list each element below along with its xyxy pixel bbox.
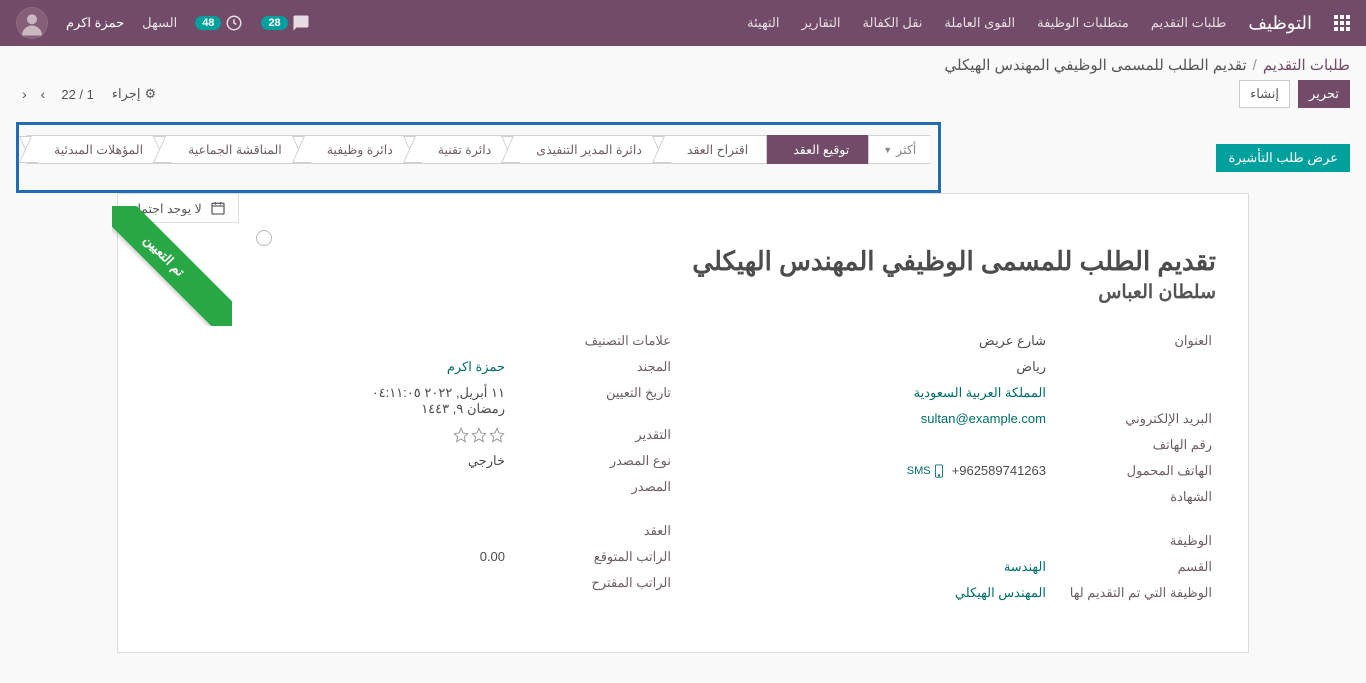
- breadcrumb-current: تقديم الطلب للمسمى الوظيفي المهندس الهيك…: [945, 56, 1247, 74]
- activity-count: 48: [195, 16, 221, 30]
- action-label: إجراء: [112, 86, 141, 102]
- label-dept: القسم: [1062, 559, 1212, 575]
- nav-workforce[interactable]: القوى العاملة: [944, 15, 1015, 31]
- pager-text: 1 / 22: [61, 87, 94, 102]
- meeting-button[interactable]: لا يوجد اجتماع: [117, 193, 239, 223]
- label-job: الوظيفة: [1062, 533, 1212, 549]
- label-phone: رقم الهاتف: [1062, 437, 1212, 453]
- pager-next[interactable]: ‹: [16, 84, 33, 104]
- label-degree: الشهادة: [1062, 489, 1212, 505]
- easy-mode[interactable]: السهل: [142, 15, 177, 31]
- stage-technical-dept[interactable]: دائرة تقنية: [412, 135, 511, 164]
- value-applied-job[interactable]: المهندس الهيكلي: [955, 585, 1046, 600]
- nav-sponsorship[interactable]: نقل الكفالة: [863, 15, 923, 31]
- label-tags: علامات التصنيف: [521, 333, 671, 349]
- action-menu[interactable]: ⚙ إجراء: [112, 86, 156, 102]
- app-brand[interactable]: التوظيف: [1248, 13, 1312, 34]
- label-mobile: الهاتف المحمول: [1062, 463, 1212, 479]
- value-country[interactable]: المملكة العربية السعودية: [914, 385, 1046, 400]
- stage-functional-dept[interactable]: دائرة وظيفية: [301, 135, 412, 164]
- label-source: المصدر: [521, 479, 671, 495]
- star-3[interactable]: [489, 427, 505, 443]
- label-email: البريد الإلكتروني: [1062, 411, 1212, 427]
- value-recruiter[interactable]: حمزة اكرم: [447, 359, 505, 374]
- avatar[interactable]: [16, 7, 48, 39]
- value-email[interactable]: sultan@example.com: [921, 411, 1046, 426]
- calendar-icon: [210, 200, 226, 216]
- value-hire-date-hijri: رمضان ٩, ١٤٤٣: [154, 401, 505, 417]
- label-contract: العقد: [521, 523, 671, 539]
- label-recruiter: المجند: [521, 359, 671, 375]
- meeting-label: لا يوجد اجتماع: [130, 201, 202, 216]
- nav-reports[interactable]: التقارير: [801, 15, 840, 31]
- value-source-type: خارجي: [154, 453, 505, 469]
- nav-job-reqs[interactable]: متطلبات الوظيفة: [1037, 15, 1129, 31]
- nav-config[interactable]: التهيئة: [747, 15, 779, 31]
- applicant-name: سلطان العباس: [150, 281, 1216, 304]
- value-dept[interactable]: الهندسة: [1004, 559, 1046, 574]
- edit-button[interactable]: تحرير: [1298, 80, 1350, 108]
- form-sheet: لا يوجد اجتماع تم التعيين تقديم الطلب لل…: [117, 193, 1249, 653]
- stage-initial-qual[interactable]: المؤهلات المبدئية: [27, 135, 162, 164]
- breadcrumb: طلبات التقديم / تقديم الطلب للمسمى الوظي…: [0, 46, 1366, 76]
- messaging-count: 28: [261, 16, 287, 30]
- label-rating: التقدير: [521, 427, 671, 443]
- username-label[interactable]: حمزة اكرم: [66, 15, 124, 31]
- visa-request-button[interactable]: عرض طلب التأشيرة: [1216, 144, 1350, 172]
- mobile-icon: [934, 464, 944, 478]
- apps-icon[interactable]: [1334, 15, 1350, 31]
- create-button[interactable]: إنشاء: [1239, 80, 1290, 108]
- kanban-state-dot[interactable]: [256, 230, 272, 246]
- value-street: شارع عريض: [695, 333, 1046, 349]
- stage-contract-proposal[interactable]: اقتراح العقد: [661, 135, 767, 164]
- label-expected-salary: الراتب المتوقع: [521, 549, 671, 565]
- caret-down-icon: ▼: [883, 145, 892, 155]
- label-address: العنوان: [1062, 333, 1212, 349]
- stage-contract-sign[interactable]: توقيع العقد: [767, 135, 868, 164]
- pager-prev[interactable]: ›: [35, 84, 52, 104]
- gear-icon: ⚙: [144, 86, 156, 102]
- stage-more[interactable]: أكثر▼: [868, 135, 930, 164]
- star-1[interactable]: [453, 427, 469, 443]
- value-mobile: +962589741263: [952, 463, 1046, 478]
- value-city: رياض: [695, 359, 1046, 375]
- sms-link[interactable]: SMS: [907, 464, 944, 478]
- label-applied-job: الوظيفة التي تم التقديم لها: [1062, 585, 1212, 601]
- label-proposed-salary: الراتب المقترح: [521, 575, 671, 591]
- stage-bar: المؤهلات المبدئية المناقشة الجماعية دائر…: [16, 122, 941, 193]
- breadcrumb-sep: /: [1253, 57, 1257, 74]
- value-hire-date-greg: ١١ أبريل, ٢٠٢٢ ٠٤:١١:٠٥: [154, 385, 505, 401]
- nav-applications[interactable]: طلبات التقديم: [1151, 15, 1227, 31]
- star-2[interactable]: [471, 427, 487, 443]
- messaging-indicator[interactable]: 28: [261, 14, 309, 32]
- record-title: تقديم الطلب للمسمى الوظيفي المهندس الهيك…: [150, 246, 1216, 277]
- activity-indicator[interactable]: 48: [195, 14, 243, 32]
- value-expected-salary: 0.00: [480, 549, 505, 564]
- label-source-type: نوع المصدر: [521, 453, 671, 469]
- label-hire-date: تاريخ التعيين: [521, 385, 671, 401]
- stage-group-discussion[interactable]: المناقشة الجماعية: [162, 135, 301, 164]
- breadcrumb-root[interactable]: طلبات التقديم: [1263, 56, 1350, 74]
- stage-exec-dept[interactable]: دائرة المدير التنفيذى: [510, 135, 661, 164]
- rating-stars[interactable]: [154, 427, 505, 443]
